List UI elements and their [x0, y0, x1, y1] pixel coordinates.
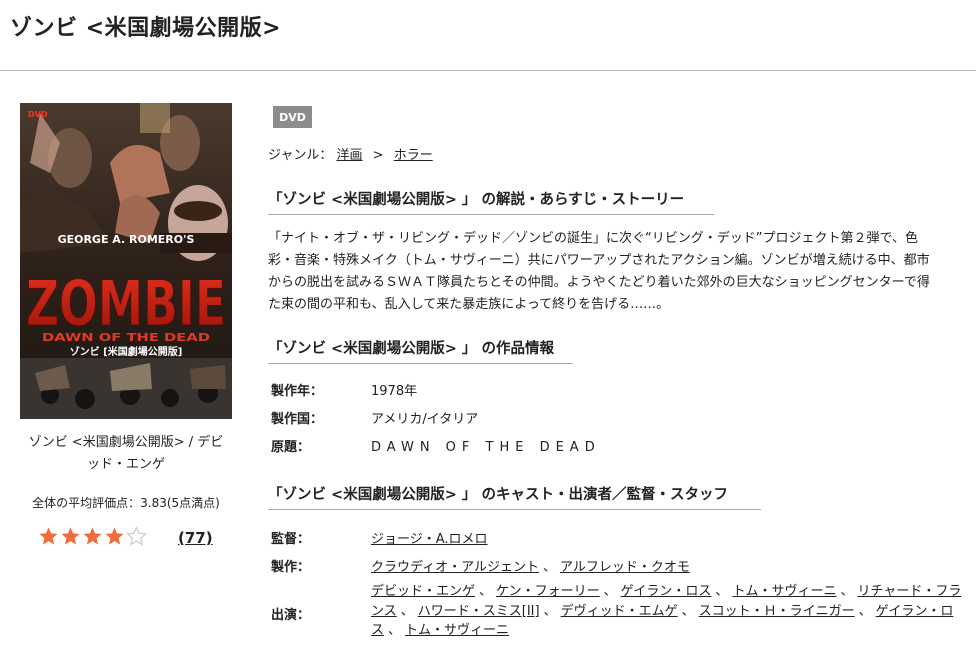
- cast-link[interactable]: スコット・Ｈ・ライニガー: [699, 604, 855, 619]
- page-title: ゾンビ <米国劇場公開版>: [10, 16, 282, 41]
- title-divider: [0, 70, 976, 71]
- poster-image[interactable]: DVD GEORGE A. ROMERO'S ZOMBIE DAWN OF TH…: [20, 103, 232, 419]
- list-separator: 、: [388, 623, 402, 638]
- cast-link[interactable]: ゲイラン・ロス: [621, 584, 712, 599]
- synopsis-line: 彩・音楽・特殊メイク（トム・サヴィーニ）共にパワーアップされたアクション編。ゾン…: [268, 253, 930, 268]
- caption-line-2: ッド・エンゲ: [86, 457, 165, 472]
- list-separator: 、: [715, 584, 729, 599]
- genre-breadcrumb: ジャンル： 洋画 > ホラー: [268, 144, 433, 163]
- info-row-year: 製作年： 1978年: [271, 380, 417, 399]
- list-separator: 、: [542, 560, 556, 575]
- list-separator: 、: [603, 584, 617, 599]
- poster-corner-mark: DVD: [28, 110, 48, 119]
- genre-link-western-film[interactable]: 洋画: [337, 148, 363, 163]
- synopsis-text: 「ナイト・オブ・ザ・リビング・デッド／ゾンビの誕生」に次ぐ“リビング・デッド”プ…: [268, 228, 968, 316]
- director-list: ジョージ・A.ロメロ: [371, 528, 488, 547]
- poster-sub-title: DAWN OF THE DEAD: [42, 331, 210, 344]
- cast-link[interactable]: ケン・フォーリー: [496, 584, 600, 599]
- producer-label: 製作：: [271, 560, 311, 575]
- cast-link[interactable]: デビッド・エンゲ: [371, 584, 475, 599]
- cast-link[interactable]: デヴィッド・エムゲ: [561, 604, 678, 619]
- star-filled-icon: [105, 526, 124, 545]
- average-rating-text: 全体の平均評価点：3.83(5点満点): [32, 496, 220, 510]
- info-label: 製作国：: [271, 412, 324, 427]
- info-row-original-title: 原題： DAWN OF THE DEAD: [271, 436, 601, 455]
- star-rating: [38, 525, 148, 551]
- info-heading: 「ゾンビ <米国劇場公開版> 」 の作品情報: [268, 337, 573, 364]
- producer-link[interactable]: クラウディオ・アルジェント: [371, 560, 539, 575]
- list-separator: 、: [543, 603, 557, 619]
- list-separator: 、: [840, 584, 854, 599]
- director-link[interactable]: ジョージ・A.ロメロ: [371, 532, 488, 547]
- rating-row: (77): [38, 525, 213, 551]
- cast-heading: 「ゾンビ <米国劇場公開版> 」 のキャスト・出演者／監督・スタッフ: [268, 483, 761, 510]
- cast-list: デビッド・エンゲ、ケン・フォーリー、ゲイラン・ロス、トム・サヴィーニ、リチャード…: [371, 582, 968, 641]
- info-row-country: 製作国： アメリカ/イタリア: [271, 408, 478, 427]
- list-separator: 、: [479, 584, 493, 599]
- genre-separator: >: [372, 148, 384, 163]
- star-filled-icon: [61, 526, 80, 545]
- list-separator: 、: [858, 603, 872, 619]
- cast-link[interactable]: ハワード・スミス[II]: [418, 604, 540, 619]
- review-count-link[interactable]: (77): [178, 529, 213, 547]
- synopsis-heading: 「ゾンビ <米国劇場公開版> 」 の解説・あらすじ・ストーリー: [268, 188, 714, 215]
- info-label: 原題：: [271, 440, 311, 455]
- synopsis-line: 「ナイト・オブ・ザ・リビング・デッド／ゾンビの誕生」に次ぐ“リビング・デッド”プ…: [268, 231, 918, 246]
- producer-link[interactable]: アルフレッド・クオモ: [560, 560, 690, 575]
- director-label: 監督：: [271, 532, 311, 547]
- poster-caption: ゾンビ <米国劇場公開版> / デビ ッド・エンゲ: [16, 432, 236, 476]
- info-label: 製作年：: [271, 384, 324, 399]
- star-empty-icon: [126, 525, 147, 546]
- star-filled-icon: [39, 526, 58, 545]
- cast-link[interactable]: トム・サヴィーニ: [405, 623, 509, 638]
- media-badge: DVD: [273, 106, 312, 128]
- genre-label: ジャンル：: [268, 148, 333, 163]
- caption-line-1: ゾンビ <米国劇場公開版> / デビ: [28, 435, 224, 450]
- poster-jp-title: ゾンビ [米国劇場公開版]: [70, 345, 183, 358]
- poster-art: DVD GEORGE A. ROMERO'S ZOMBIE DAWN OF TH…: [20, 103, 232, 419]
- synopsis-line: からの脱出を試みるＳＷＡＴ隊員たちとその仲間。ようやくたどり着いた郊外の巨大なシ…: [268, 275, 930, 290]
- poster-top-text: GEORGE A. ROMERO'S: [58, 233, 195, 246]
- producer-list: クラウディオ・アルジェント、アルフレッド・クオモ: [371, 556, 690, 575]
- genre-link-horror[interactable]: ホラー: [394, 148, 433, 163]
- star-filled-icon: [83, 526, 102, 545]
- info-value: DAWN OF THE DEAD: [371, 440, 601, 455]
- list-separator: 、: [681, 603, 695, 619]
- info-value: アメリカ/イタリア: [371, 412, 479, 427]
- list-separator: 、: [400, 603, 414, 619]
- info-value: 1978年: [371, 384, 418, 399]
- cast-link[interactable]: トム・サヴィーニ: [732, 584, 836, 599]
- poster-main-title: ZOMBIE: [26, 267, 226, 340]
- cast-label: 出演：: [271, 608, 311, 623]
- synopsis-line: た束の間の平和も、乱入して来た暴走族によって終りを告げる……。: [268, 297, 670, 312]
